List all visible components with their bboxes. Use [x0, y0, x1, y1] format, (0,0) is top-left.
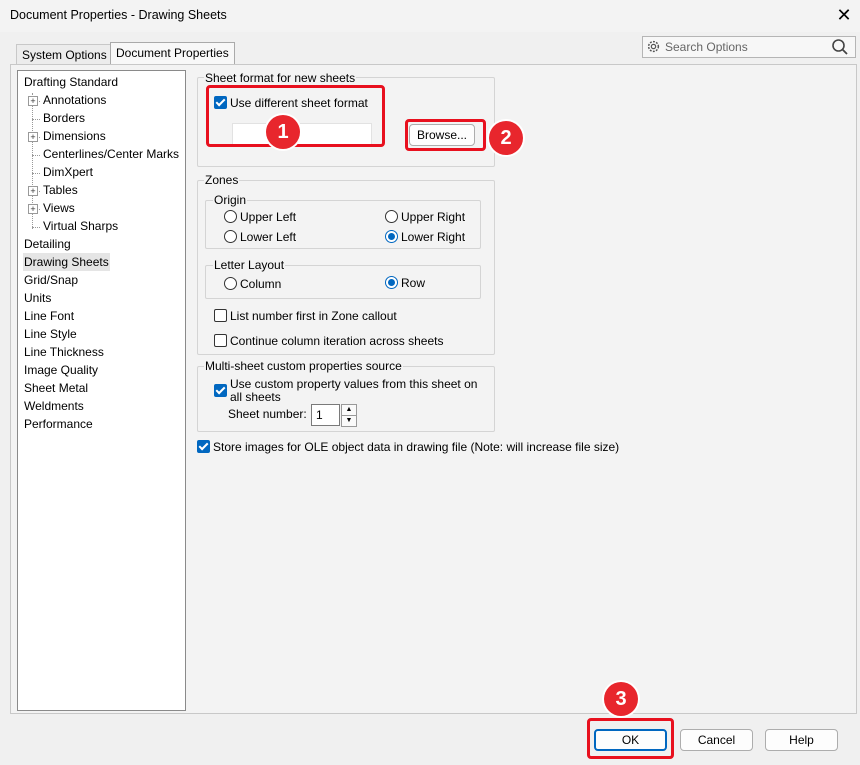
tree-item-views[interactable]: Views — [43, 199, 75, 217]
tree-item-tables[interactable]: Tables — [43, 181, 78, 199]
tree-item-detailing[interactable]: Detailing — [24, 235, 71, 253]
close-icon[interactable]: ✕ — [832, 3, 856, 27]
tree-item-sheet-metal[interactable]: Sheet Metal — [24, 379, 88, 397]
tree-connector — [32, 173, 40, 174]
continue-iteration-checkbox[interactable] — [214, 334, 227, 347]
tree-connector — [32, 155, 40, 156]
tree-item-line-thickness[interactable]: Line Thickness — [24, 343, 104, 361]
list-number-first-checkbox[interactable] — [214, 309, 227, 322]
store-images-checkbox[interactable] — [197, 440, 210, 453]
step-badge-2: 2 — [489, 121, 523, 155]
step-badge-1: 1 — [266, 115, 300, 149]
tree-item-line-style[interactable]: Line Style — [24, 325, 77, 343]
column-radio[interactable] — [224, 277, 237, 290]
tree-item-weldments[interactable]: Weldments — [24, 397, 84, 415]
help-button[interactable]: Help — [765, 729, 838, 751]
sheet-number-label: Sheet number: — [228, 407, 307, 421]
lower-left-radio[interactable] — [224, 230, 237, 243]
expand-icon[interactable]: + — [28, 96, 38, 106]
multi-sheet-title: Multi-sheet custom properties source — [204, 359, 403, 373]
tree-item-line-font[interactable]: Line Font — [24, 307, 74, 325]
tree-item-centerlines[interactable]: Centerlines/Center Marks — [43, 145, 179, 163]
row-radio[interactable] — [385, 276, 398, 289]
tree-connector — [32, 119, 40, 120]
tree-item-drawing-sheets[interactable]: Drawing Sheets — [23, 253, 110, 271]
letter-layout-title: Letter Layout — [213, 258, 286, 272]
expand-icon[interactable]: + — [28, 204, 38, 214]
sheet-format-title: Sheet format for new sheets — [204, 71, 357, 85]
lower-left-label: Lower Left — [240, 230, 297, 244]
tree-item-annotations[interactable]: Annotations — [43, 91, 106, 109]
use-custom-values-label-line2: all sheets — [230, 390, 281, 404]
tab-document-properties[interactable]: Document Properties — [110, 42, 235, 66]
zones-title: Zones — [204, 173, 240, 187]
tree-item-drafting-standard[interactable]: Drafting Standard — [24, 73, 118, 91]
tree-item-grid-snap[interactable]: Grid/Snap — [24, 271, 78, 289]
tree-item-image-quality[interactable]: Image Quality — [24, 361, 98, 379]
sheet-number-input[interactable]: 1 — [311, 404, 340, 426]
search-icon[interactable] — [831, 38, 849, 56]
tree-item-borders[interactable]: Borders — [43, 109, 85, 127]
gear-icon — [647, 40, 660, 53]
cancel-button[interactable]: Cancel — [680, 729, 753, 751]
lower-right-radio[interactable] — [385, 230, 398, 243]
tree-item-units[interactable]: Units — [24, 289, 51, 307]
upper-left-label: Upper Left — [240, 210, 297, 224]
origin-title: Origin — [213, 193, 248, 207]
expand-icon[interactable]: + — [28, 186, 38, 196]
search-input[interactable]: Search Options — [665, 40, 748, 54]
sheet-number-value: 1 — [316, 408, 323, 422]
tree-item-virtual-sharps[interactable]: Virtual Sharps — [43, 217, 118, 235]
highlight-box-ok — [587, 718, 674, 759]
continue-iteration-label: Continue column iteration across sheets — [230, 334, 444, 348]
tree-connector — [32, 227, 40, 228]
options-tree: Drafting Standard + Annotations Borders … — [17, 70, 186, 711]
lower-right-label: Lower Right — [401, 230, 466, 244]
tree-item-performance[interactable]: Performance — [24, 415, 93, 433]
window-title: Document Properties - Drawing Sheets — [10, 8, 227, 22]
upper-left-radio[interactable] — [224, 210, 237, 223]
expand-icon[interactable]: + — [28, 132, 38, 142]
search-box[interactable]: Search Options — [642, 36, 856, 58]
use-custom-values-checkbox[interactable] — [214, 384, 227, 397]
upper-right-radio[interactable] — [385, 210, 398, 223]
highlight-box-browse — [405, 119, 486, 151]
tab-system-options[interactable]: System Options — [16, 44, 113, 65]
tree-item-dimxpert[interactable]: DimXpert — [43, 163, 93, 181]
upper-right-label: Upper Right — [401, 210, 466, 224]
spin-down-icon[interactable]: ▼ — [341, 415, 357, 427]
tree-item-dimensions[interactable]: Dimensions — [43, 127, 106, 145]
use-custom-values-label: Use custom property values from this she… — [230, 377, 478, 391]
column-label: Column — [240, 277, 282, 291]
row-label: Row — [401, 276, 426, 290]
list-number-first-label: List number first in Zone callout — [230, 309, 397, 323]
store-images-label: Store images for OLE object data in draw… — [213, 440, 620, 454]
step-badge-3: 3 — [604, 682, 638, 716]
